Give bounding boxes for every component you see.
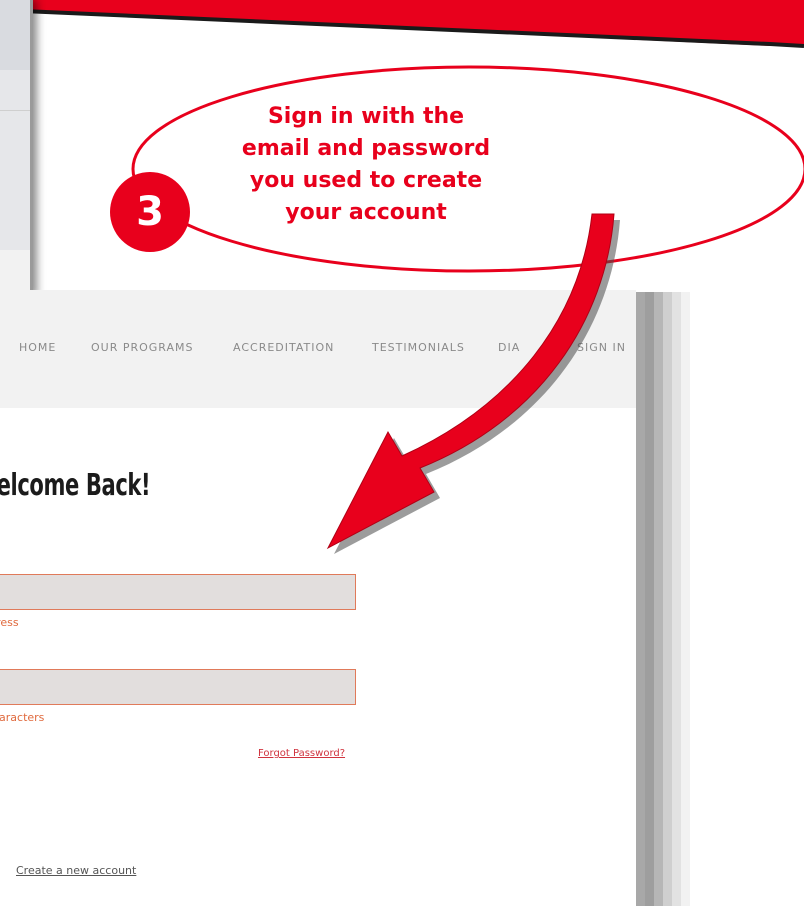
password-hint: characters	[0, 711, 45, 724]
step-number-badge: 3	[110, 172, 190, 252]
nav-dia[interactable]: DIA	[498, 341, 520, 354]
page-title: Velcome Back!	[0, 468, 151, 503]
email-field[interactable]	[0, 574, 356, 610]
website-screenshot: HOME OUR PROGRAMS ACCREDITATION TESTIMON…	[0, 290, 636, 906]
nav-testimonials[interactable]: TESTIMONIALS	[372, 341, 465, 354]
callout-text: Sign in with the email and password you …	[241, 104, 491, 225]
nav-accreditation[interactable]: ACCREDITATION	[233, 341, 334, 354]
forgot-password-link[interactable]: Forgot Password?	[258, 748, 345, 759]
top-banner	[0, 0, 804, 48]
site-navbar: HOME OUR PROGRAMS ACCREDITATION TESTIMON…	[0, 290, 636, 408]
screenshot-shadow	[636, 292, 690, 906]
password-field[interactable]	[0, 669, 356, 705]
nav-home[interactable]: HOME	[19, 341, 56, 354]
email-hint: ldress	[0, 616, 19, 629]
previous-screenshot-fragment	[0, 0, 33, 296]
nav-our-programs[interactable]: OUR PROGRAMS	[91, 341, 194, 354]
nav-sign-in[interactable]: SIGN IN	[577, 341, 626, 354]
create-account-link[interactable]: Create a new account	[16, 864, 136, 877]
